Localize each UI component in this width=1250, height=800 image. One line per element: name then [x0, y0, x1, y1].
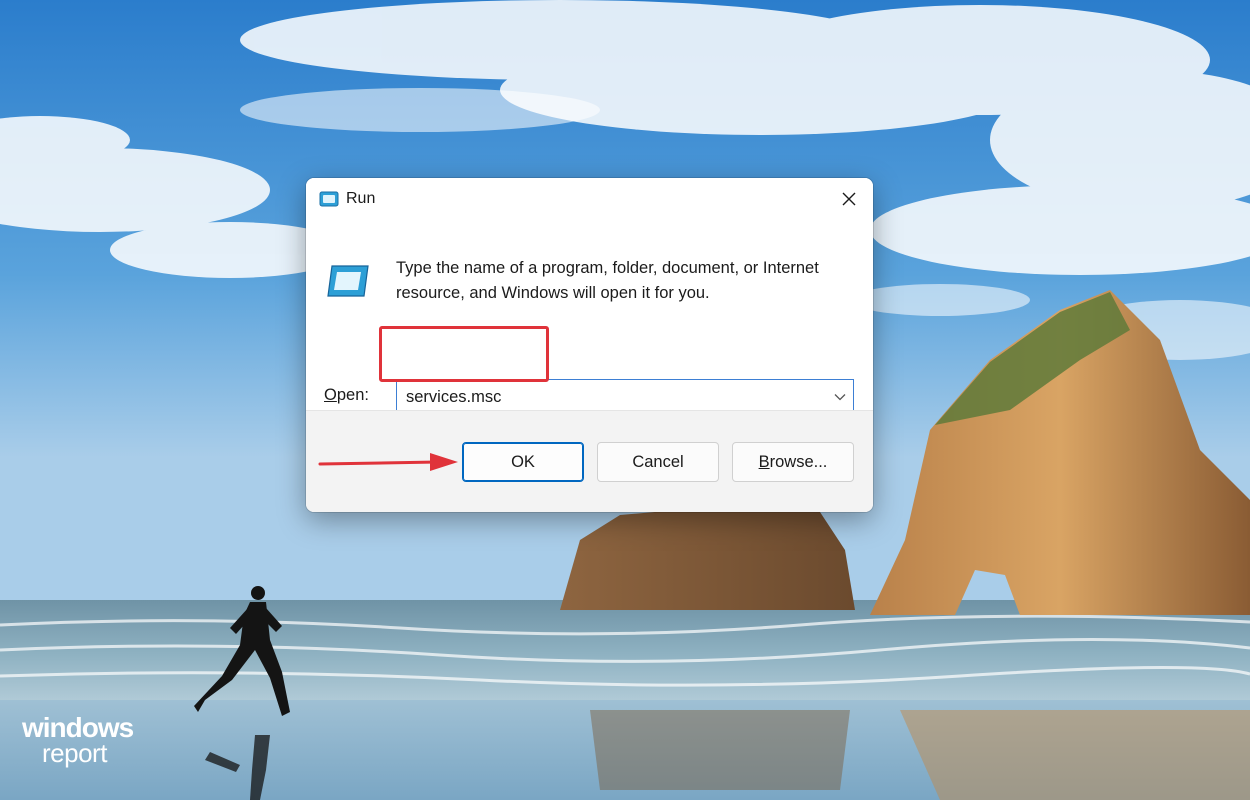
dialog-footer: OK Cancel Browse...	[306, 410, 873, 512]
dialog-content: Type the name of a program, folder, docu…	[306, 220, 873, 415]
title-bar[interactable]: Run	[306, 178, 873, 220]
open-label-accelerator: O	[324, 386, 337, 404]
logo-line-report: report	[42, 738, 107, 768]
open-label: Open:	[324, 386, 369, 405]
browse-button[interactable]: Browse...	[732, 442, 854, 482]
close-icon	[842, 192, 856, 206]
run-program-icon	[327, 265, 369, 297]
browse-accelerator: B	[758, 452, 770, 471]
ok-button[interactable]: OK	[462, 442, 584, 482]
chevron-down-icon[interactable]	[833, 390, 847, 404]
close-button[interactable]	[825, 178, 873, 220]
open-input[interactable]	[397, 380, 826, 414]
windows-report-logo: windows report	[22, 714, 142, 770]
run-icon	[319, 191, 339, 207]
dialog-description: Type the name of a program, folder, docu…	[396, 259, 819, 302]
browse-label-rest: rowse...	[769, 452, 828, 471]
run-dialog: Run Type the name of a program, folder, …	[306, 178, 873, 512]
cancel-button[interactable]: Cancel	[597, 442, 719, 482]
open-label-rest: pen:	[336, 386, 369, 404]
dialog-title: Run	[346, 190, 376, 207]
